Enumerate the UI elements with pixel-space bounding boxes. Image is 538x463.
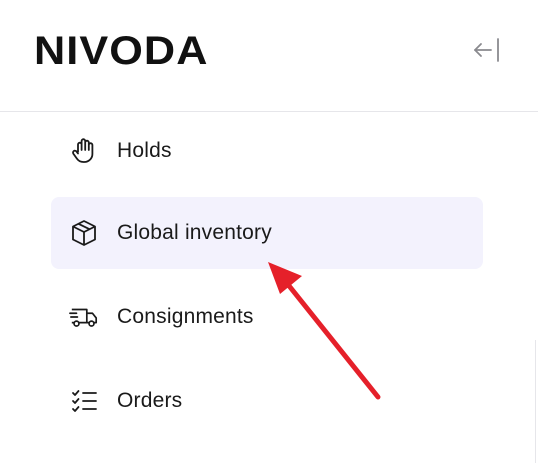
checklist-icon [69,386,99,416]
nav-item-orders[interactable]: Orders [51,365,483,437]
nav-item-label: Holds [117,139,172,162]
collapse-sidebar-button[interactable] [466,34,506,70]
nav-item-global-inventory[interactable]: Global inventory [51,197,483,269]
box-icon [69,218,99,248]
sidebar: NIVODA Holds Global inventory Consignmen… [0,0,538,463]
nav-item-holds[interactable]: Holds [51,115,483,187]
nav-item-label: Global inventory [117,221,272,244]
brand-logo[interactable]: NIVODA [34,31,209,71]
sidebar-header: NIVODA [0,0,538,112]
nav-item-label: Consignments [117,305,254,328]
hand-icon [69,136,99,166]
truck-icon [69,302,99,332]
collapse-left-icon [471,37,501,68]
nav-item-label: Orders [117,389,183,412]
nav-item-consignments[interactable]: Consignments [51,281,483,353]
